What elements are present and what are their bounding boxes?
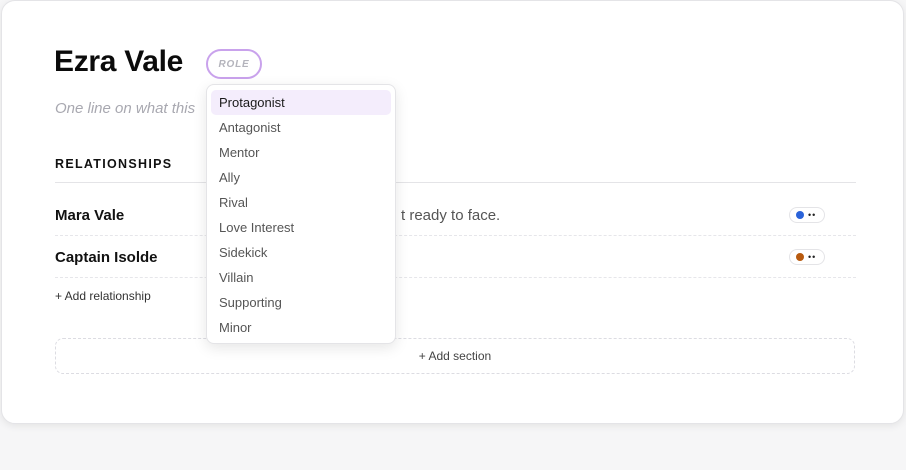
more-icon: •• [808, 210, 817, 220]
role-selector[interactable]: ROLE [206, 49, 262, 79]
relationship-menu-button[interactable]: •• [789, 249, 825, 265]
relationship-note: t ready to face. [401, 207, 501, 224]
role-option-mentor[interactable]: Mentor [211, 140, 391, 165]
character-summary-placeholder[interactable]: One line on what this [55, 100, 195, 117]
status-dot-icon [796, 253, 804, 261]
role-option-supporting[interactable]: Supporting [211, 290, 391, 315]
relationship-row[interactable]: Mara Vale t ready to face. •• [55, 195, 856, 236]
role-option-villain[interactable]: Villain [211, 265, 391, 290]
role-option-love-interest[interactable]: Love Interest [211, 215, 391, 240]
add-section-label: + Add section [418, 349, 492, 363]
add-relationship-button[interactable]: + Add relationship [55, 289, 151, 303]
relationship-menu-button[interactable]: •• [789, 207, 825, 223]
role-option-sidekick[interactable]: Sidekick [211, 240, 391, 265]
role-option-minor[interactable]: Minor [211, 315, 391, 340]
character-card: Ezra Vale ROLE One line on what this REL… [1, 0, 904, 424]
role-dropdown-menu: Protagonist Antagonist Mentor Ally Rival… [206, 84, 396, 344]
relationships-heading: RELATIONSHIPS [55, 157, 173, 171]
relationship-name: Mara Vale [55, 207, 125, 224]
more-icon: •• [808, 252, 817, 262]
role-option-rival[interactable]: Rival [211, 190, 391, 215]
add-section-button[interactable]: + Add section [55, 338, 855, 374]
section-divider [55, 182, 856, 183]
status-dot-icon [796, 211, 804, 219]
role-option-ally[interactable]: Ally [211, 165, 391, 190]
relationship-name: Captain Isolde [55, 249, 158, 266]
role-option-protagonist[interactable]: Protagonist [211, 90, 391, 115]
relationship-row[interactable]: Captain Isolde •• [55, 237, 856, 278]
role-option-antagonist[interactable]: Antagonist [211, 115, 391, 140]
character-name[interactable]: Ezra Vale [54, 45, 183, 79]
role-placeholder: ROLE [218, 58, 250, 70]
